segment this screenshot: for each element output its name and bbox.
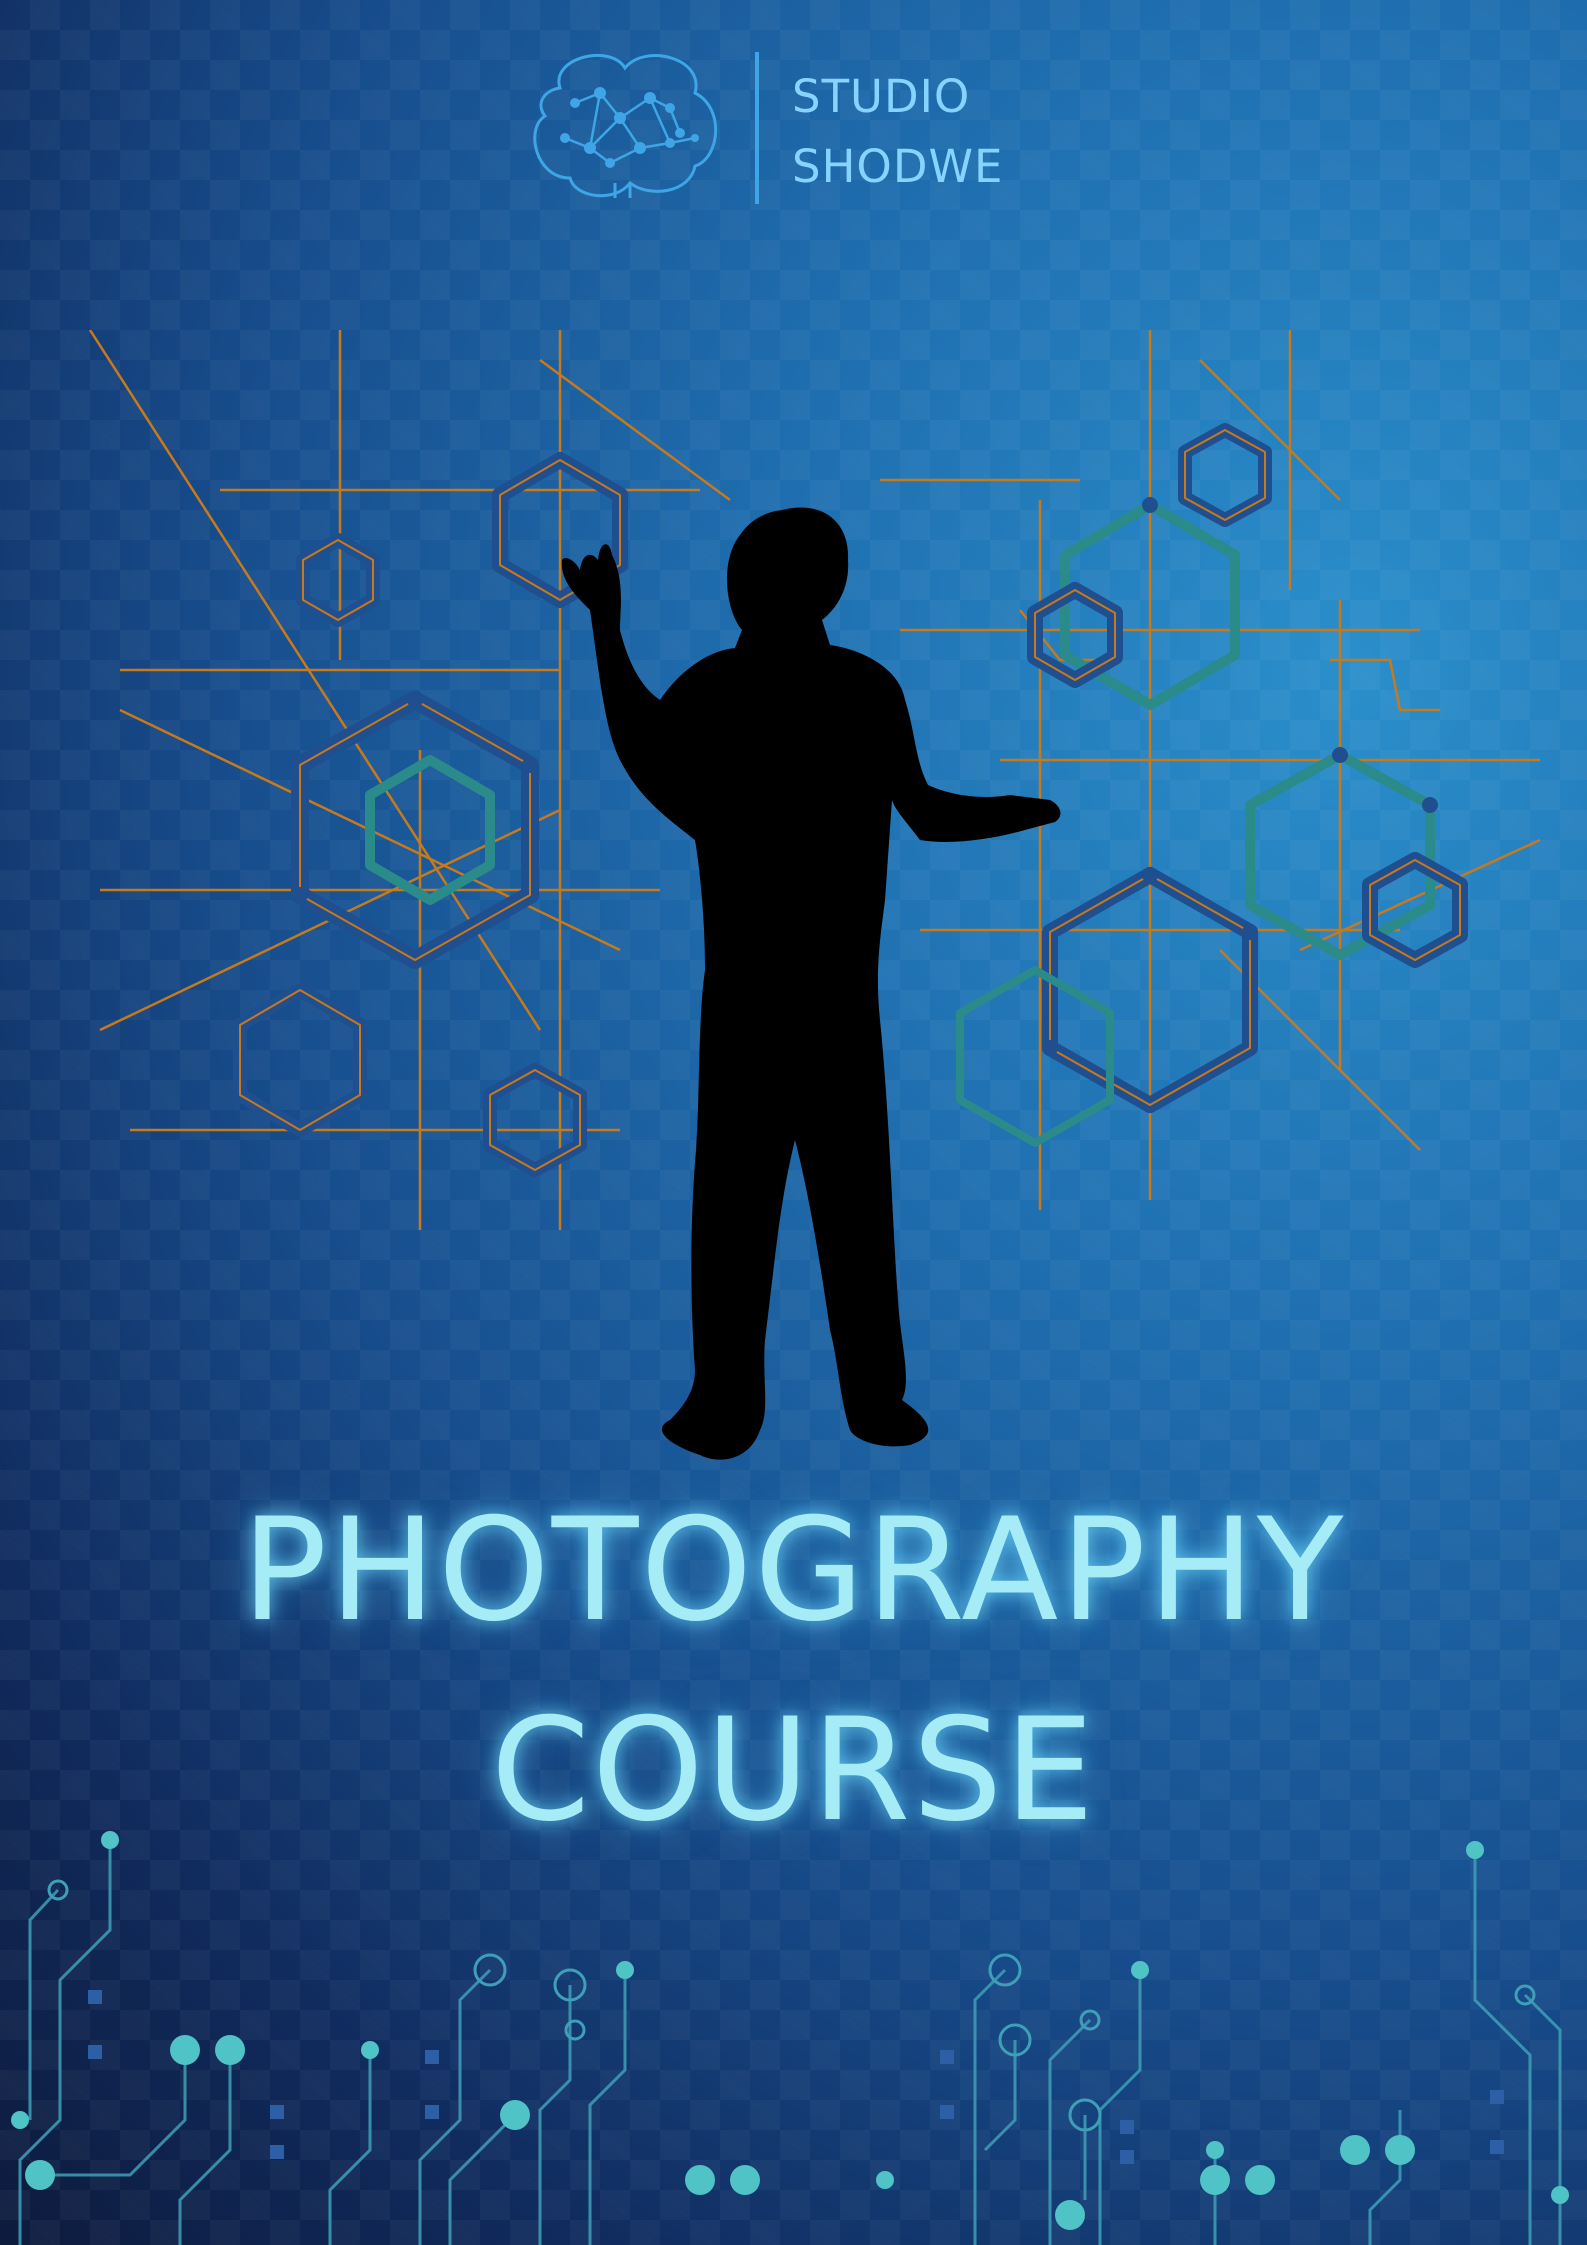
logo-line-2: SHODWE	[792, 140, 1004, 193]
logo-wordmark: STUDIO SHODWE	[792, 62, 1003, 202]
person-silhouette	[561, 507, 1061, 1460]
brain-network-icon	[533, 53, 718, 198]
studio-logo: STUDIO SHODWE	[520, 48, 1040, 208]
logo-divider	[755, 52, 759, 204]
circuit-board-decoration	[11, 1831, 1569, 2245]
logo-line-1: STUDIO	[792, 70, 971, 123]
course-title-line-1-text: PHOTOGRAPHY	[241, 1488, 1346, 1653]
